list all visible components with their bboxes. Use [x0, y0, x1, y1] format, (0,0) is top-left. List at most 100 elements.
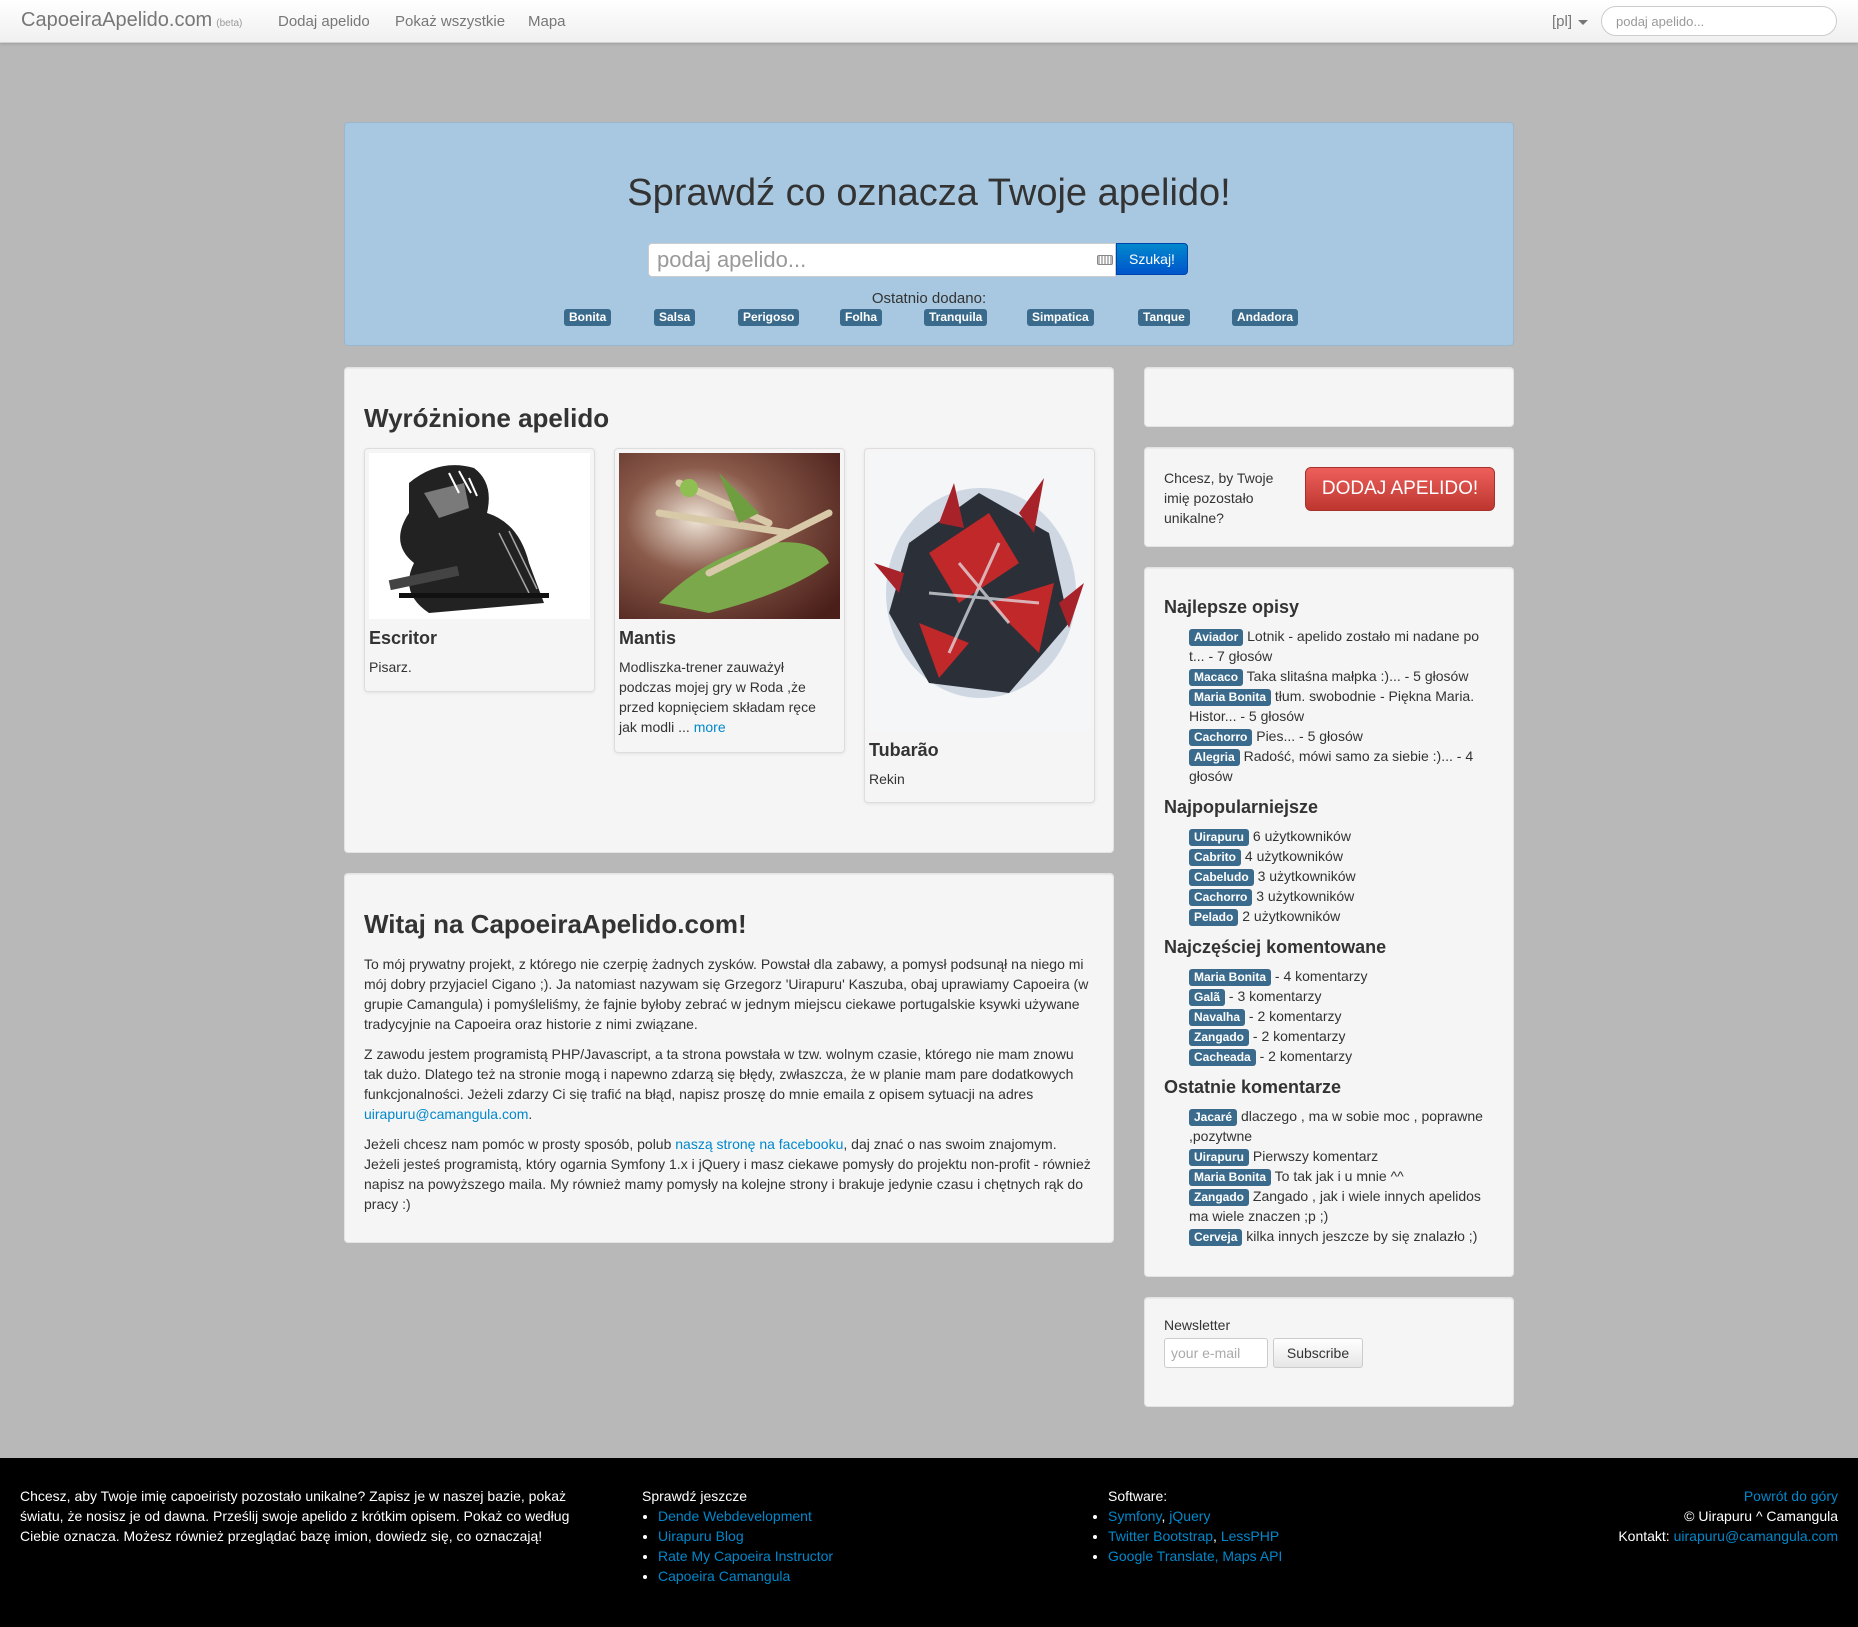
- facebook-link[interactable]: naszą stronę na facebooku: [675, 1136, 843, 1152]
- list-item: Macaco Taka slitaśna małpka :)... - 5 gł…: [1189, 666, 1489, 686]
- apelido-tag[interactable]: Cabrito: [1189, 849, 1241, 866]
- hero-search-input[interactable]: [649, 244, 1085, 276]
- apelido-tag[interactable]: Zangado: [1189, 1189, 1249, 1206]
- item-text: - 2 komentarzy: [1252, 1028, 1346, 1044]
- apelido-tag[interactable]: Pelado: [1189, 909, 1239, 926]
- mantis-image[interactable]: [619, 453, 840, 619]
- brand-text: CapoeiraApelido.com: [21, 9, 213, 31]
- list-item: Jacaré dlaczego , ma w sobie moc , popra…: [1189, 1106, 1489, 1146]
- language-dropdown[interactable]: [pl]: [1552, 12, 1589, 32]
- apelido-tag[interactable]: Navalha: [1189, 1009, 1246, 1026]
- keyboard-icon[interactable]: [1097, 255, 1113, 265]
- list-item: Uirapuru 6 użytkowników: [1189, 826, 1489, 846]
- list-item: Cerveja kilka innych jeszcze by się znal…: [1189, 1226, 1489, 1246]
- recent-label: Ostatnio dodano:: [871, 290, 987, 307]
- nav-add-apelido[interactable]: Dodaj apelido: [278, 12, 370, 32]
- welcome-paragraph: Z zawodu jestem programistą PHP/Javascri…: [364, 1044, 1094, 1124]
- newsletter-email-input[interactable]: [1164, 1338, 1268, 1368]
- item-text: kilka innych jeszcze by się znalazło ;): [1246, 1228, 1478, 1244]
- list-item: Google Translate, Maps API: [1108, 1546, 1412, 1566]
- apelido-tag[interactable]: Maria Bonita: [1189, 1169, 1272, 1186]
- more-link[interactable]: more: [694, 719, 726, 735]
- recent-tag[interactable]: Simpatica: [1027, 309, 1094, 326]
- item-text: Pierwszy komentarz: [1252, 1148, 1379, 1164]
- apelido-tag[interactable]: Uirapuru: [1189, 829, 1250, 846]
- apelido-tag[interactable]: Cachorro: [1189, 729, 1253, 746]
- popular-list: Uirapuru 6 użytkowników Cabrito 4 użytko…: [1189, 826, 1489, 926]
- add-apelido-button[interactable]: DODAJ APELIDO!: [1305, 467, 1495, 511]
- hero-title: Sprawdź co oznacza Twoje apelido!: [627, 172, 1231, 214]
- featured-card-mantis[interactable]: Mantis Modliszka-trener zauważył podczas…: [614, 448, 845, 753]
- list-item: Cabeludo 3 użytkowników: [1189, 866, 1489, 886]
- footer-about: Chcesz, aby Twoje imię capoeiristy pozos…: [20, 1488, 570, 1544]
- commented-list: Maria Bonita - 4 komentarzy Galã - 3 kom…: [1189, 966, 1489, 1066]
- apelido-tag[interactable]: Cabeludo: [1189, 869, 1254, 886]
- item-text: - 3 komentarzy: [1228, 988, 1322, 1004]
- apelido-tag[interactable]: Maria Bonita: [1189, 689, 1272, 706]
- footer-link[interactable]: Capoeira Camangula: [658, 1568, 790, 1584]
- apelido-tag[interactable]: Jacaré: [1189, 1109, 1238, 1126]
- latest-comments-title: Ostatnie komentarze: [1164, 1077, 1342, 1097]
- footer-software-title: Software:: [1108, 1488, 1168, 1504]
- apelido-tag[interactable]: Alegria: [1189, 749, 1240, 766]
- featured-name[interactable]: Tubarão: [869, 739, 939, 761]
- recent-tag[interactable]: Bonita: [564, 309, 612, 326]
- footer-link[interactable]: Google Translate, Maps API: [1108, 1548, 1282, 1564]
- footer-link[interactable]: Dende Webdevelopment: [658, 1508, 812, 1524]
- item-text: 4 użytkowników: [1244, 848, 1343, 864]
- list-item: Zangado - 2 komentarzy: [1189, 1026, 1489, 1046]
- featured-card-escritor[interactable]: Escritor Pisarz.: [364, 448, 595, 692]
- recent-tag[interactable]: Andadora: [1232, 309, 1299, 326]
- brand-beta: (beta): [216, 18, 243, 29]
- back-to-top-link[interactable]: Powrót do góry: [1744, 1488, 1838, 1504]
- item-text: - 2 komentarzy: [1248, 1008, 1342, 1024]
- footer-link[interactable]: Uirapuru Blog: [658, 1528, 744, 1544]
- nav-map[interactable]: Mapa: [528, 12, 566, 32]
- footer-right: Powrót do góry © Uirapuru ^ Camangula Ko…: [1518, 1486, 1838, 1546]
- contact-label: Kontakt:: [1618, 1528, 1670, 1544]
- apelido-tag[interactable]: Galã: [1189, 989, 1226, 1006]
- featured-card-tubarao[interactable]: Tubarão Rekin: [864, 448, 1095, 803]
- apelido-tag[interactable]: Maria Bonita: [1189, 969, 1272, 986]
- list-item: Galã - 3 komentarzy: [1189, 986, 1489, 1006]
- recent-tag[interactable]: Folha: [840, 309, 882, 326]
- recent-tag[interactable]: Tranquila: [924, 309, 988, 326]
- subscribe-button[interactable]: Subscribe: [1273, 1338, 1363, 1368]
- recent-tag[interactable]: Salsa: [654, 309, 696, 326]
- apelido-tag[interactable]: Aviador: [1189, 629, 1244, 646]
- featured-name[interactable]: Escritor: [369, 627, 437, 649]
- recent-tag[interactable]: Tanque: [1138, 309, 1190, 326]
- item-text: 6 użytkowników: [1252, 828, 1351, 844]
- sidebar-empty-panel: [1144, 367, 1514, 427]
- search-button[interactable]: Szukaj!: [1116, 243, 1188, 275]
- featured-name[interactable]: Mantis: [619, 627, 676, 649]
- apelido-tag[interactable]: Cachorro: [1189, 889, 1253, 906]
- navbar-search-input[interactable]: [1601, 6, 1837, 36]
- escritor-image[interactable]: [369, 453, 590, 619]
- welcome-paragraph: Jeżeli chcesz nam pomóc w prosty sposób,…: [364, 1134, 1094, 1214]
- contact-email-link[interactable]: uirapuru@camangula.com: [1674, 1528, 1838, 1544]
- featured-desc: Rekin: [869, 771, 905, 787]
- footer-link[interactable]: Symfony: [1108, 1508, 1161, 1524]
- footer-link[interactable]: LessPHP: [1221, 1528, 1279, 1544]
- footer-link[interactable]: jQuery: [1169, 1508, 1210, 1524]
- footer-link[interactable]: Rate My Capoeira Instructor: [658, 1548, 833, 1564]
- brand-link[interactable]: CapoeiraApelido.com (beta): [21, 10, 242, 34]
- welcome-panel: Witaj na CapoeiraApelido.com! To mój pry…: [344, 873, 1114, 1243]
- recent-tag[interactable]: Perigoso: [738, 309, 800, 326]
- cta-text: Chcesz, by Twoje imię pozostało unikalne…: [1164, 470, 1274, 526]
- nav-show-all[interactable]: Pokaż wszystkie: [395, 12, 505, 32]
- apelido-tag[interactable]: Cacheada: [1189, 1049, 1256, 1066]
- apelido-tag[interactable]: Zangado: [1189, 1029, 1249, 1046]
- footer-software-list: Symfony, jQuery Twitter Bootstrap, LessP…: [1092, 1506, 1412, 1566]
- apelido-tag[interactable]: Cerveja: [1189, 1229, 1243, 1246]
- list-item: Maria Bonita - 4 komentarzy: [1189, 966, 1489, 986]
- commented-title: Najczęściej komentowane: [1164, 937, 1387, 957]
- tubarao-image[interactable]: [869, 453, 1090, 731]
- newsletter-panel: Newsletter Subscribe: [1144, 1297, 1514, 1407]
- apelido-tag[interactable]: Uirapuru: [1189, 1149, 1250, 1166]
- apelido-tag[interactable]: Macaco: [1189, 669, 1244, 686]
- footer-link[interactable]: Twitter Bootstrap: [1108, 1528, 1213, 1544]
- featured-panel: Wyróżnione apelido Escritor Pisarz. Mant…: [344, 367, 1114, 853]
- email-link[interactable]: uirapuru@camangula.com: [364, 1106, 528, 1122]
